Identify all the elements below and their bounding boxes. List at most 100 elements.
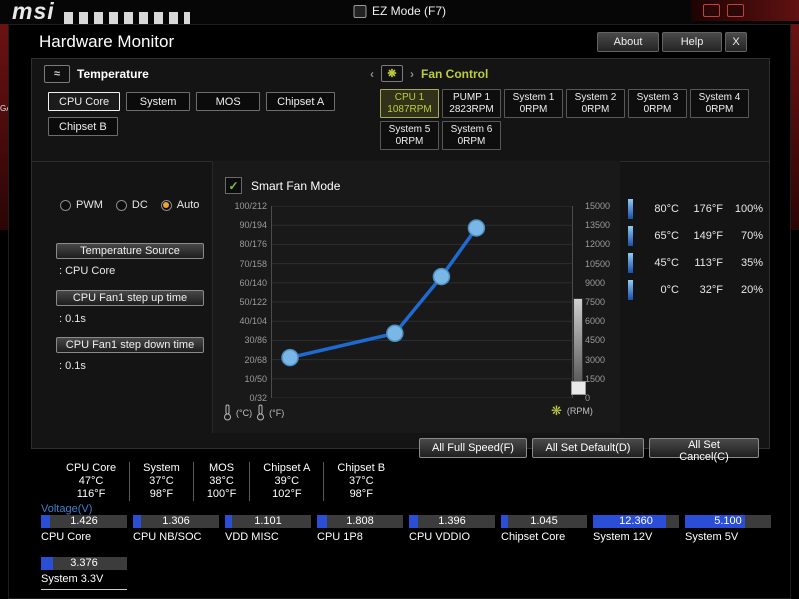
help-button[interactable]: Help xyxy=(662,32,722,52)
voltage-name: System 3.3V xyxy=(41,573,104,585)
fan-name: System 4 xyxy=(698,91,741,103)
fan-rpm: 0RPM xyxy=(581,103,610,115)
voltage-name: CPU Core xyxy=(41,531,92,543)
temp-fahrenheit: 98°F xyxy=(349,488,373,500)
voltage-value: 3.376 xyxy=(70,557,98,569)
fan-rpm: 0RPM xyxy=(705,103,734,115)
fan-button-system4[interactable]: System 4 0RPM xyxy=(690,89,749,118)
voltage-readout: 1.101 VDD MISC xyxy=(225,515,311,543)
fan-button-system2[interactable]: System 2 0RPM xyxy=(566,89,625,118)
axis-tick-label: 7500 xyxy=(585,296,606,307)
step-down-time-button[interactable]: CPU Fan1 step down time xyxy=(56,337,204,353)
fan-rpm: 0RPM xyxy=(457,135,486,147)
temperature-readouts: CPU Core 47°C 116°F System 37°C 98°F MOS… xyxy=(53,462,398,501)
fan-rpm: 2823RPM xyxy=(449,103,494,115)
fan-rpm: 0RPM xyxy=(643,103,672,115)
voltage-readout: 12.360 System 12V xyxy=(593,515,679,543)
tab-mos[interactable]: MOS xyxy=(196,92,261,111)
screenshot-icon[interactable] xyxy=(703,4,720,17)
legend-temp-f: 149°F xyxy=(693,229,723,242)
temp-name: System xyxy=(143,462,180,474)
fan-curve-chart: ✓ Smart Fan Mode 100/212 90/194 80/176 70/1… xyxy=(212,161,620,433)
axis-tick-label: 20/68 xyxy=(244,354,267,365)
voltage-name: CPU NB/SOC xyxy=(133,531,202,543)
legend-row: 65°C 149°F 70% xyxy=(628,222,768,249)
voltage-row: 1.426 CPU Core 1.306 CPU NB/SOC 1.101 VD… xyxy=(41,515,771,543)
legend-percent: 20% xyxy=(740,283,763,296)
fan-button-system5[interactable]: System 5 0RPM xyxy=(380,121,439,150)
temperature-source-value: : CPU Core xyxy=(59,265,116,277)
ez-mode-button[interactable]: EZ Mode (F7) xyxy=(352,4,446,18)
temperature-source-button[interactable]: Temperature Source xyxy=(56,243,204,259)
axis-tick-label: 100/212 xyxy=(234,201,267,211)
rpm-unit-label: (RPM) xyxy=(566,405,593,416)
action-buttons: All Full Speed(F) All Set Default(D) All… xyxy=(419,438,759,463)
ez-mode-icon xyxy=(352,4,366,18)
level-bar-icon xyxy=(628,279,633,300)
voltage-value: 1.808 xyxy=(346,515,374,527)
close-button[interactable]: X xyxy=(725,32,747,52)
fan-button-pump1[interactable]: PUMP 1 2823RPM xyxy=(442,89,501,118)
radio-circle-icon xyxy=(115,199,127,211)
voltage-readout: 1.808 CPU 1P8 xyxy=(317,515,403,543)
legend-temp-c: 0°C xyxy=(660,283,679,296)
voltage-readout: 1.045 Chipset Core xyxy=(501,515,587,543)
temp-fahrenheit: 116°F xyxy=(76,488,106,500)
legend-temp-c: 80°C xyxy=(654,202,679,215)
level-bar-icon xyxy=(628,225,633,246)
fan-button-cpu1[interactable]: CPU 1 1087RPM xyxy=(380,89,439,118)
smart-fan-checkbox[interactable]: ✓ xyxy=(225,177,242,194)
voltage-readout: 1.396 CPU VDDIO xyxy=(409,515,495,543)
radio-pwm[interactable]: PWM xyxy=(60,199,103,211)
celsius-unit-label: (°C) xyxy=(236,407,253,418)
background-edge-right xyxy=(790,24,799,230)
about-button[interactable]: About xyxy=(597,32,659,52)
slider-handle[interactable] xyxy=(571,381,586,395)
fan-button-system1[interactable]: System 1 0RPM xyxy=(504,89,563,118)
fan-curve-point[interactable] xyxy=(432,267,451,286)
tab-chipset-b[interactable]: Chipset B xyxy=(48,117,118,136)
axis-tick-label: 90/194 xyxy=(239,220,267,231)
step-up-time-button[interactable]: CPU Fan1 step up time xyxy=(56,290,204,306)
fan-icon: ❋ xyxy=(551,403,562,418)
tab-cpu-core[interactable]: CPU Core xyxy=(48,92,121,111)
fan-button-system3[interactable]: System 3 0RPM xyxy=(628,89,687,118)
legend-row: 0°C 32°F 20% xyxy=(628,276,768,303)
voltage-readout: 3.376 System 3.3V xyxy=(41,557,127,590)
left-axis: 100/212 90/194 80/176 70/158 60/140 50/122 40/… xyxy=(227,201,267,403)
fan-curve-point[interactable] xyxy=(467,219,486,237)
thermometer-icon xyxy=(224,404,231,421)
tab-chipset-a[interactable]: Chipset A xyxy=(266,92,336,111)
fan-speed-slider[interactable] xyxy=(571,298,586,395)
chevron-left-icon[interactable]: ‹ xyxy=(370,67,374,81)
voltage-name: VDD MISC xyxy=(225,531,279,543)
voltage-name: System 5V xyxy=(685,531,739,543)
favorites-icon[interactable] xyxy=(727,4,744,17)
fan-name: System 5 xyxy=(388,123,431,135)
fan-button-system6[interactable]: System 6 0RPM xyxy=(442,121,501,150)
radio-dc[interactable]: DC xyxy=(115,199,148,211)
temp-name: Chipset A xyxy=(263,462,311,474)
temperature-section-header: ≈ Temperature xyxy=(44,65,149,83)
voltage-value: 5.100 xyxy=(714,515,742,527)
voltage-bar: 1.101 xyxy=(225,515,311,528)
radio-label: DC xyxy=(131,199,148,211)
tab-system[interactable]: System xyxy=(126,92,191,111)
all-full-speed-button[interactable]: All Full Speed(F) xyxy=(419,438,527,458)
fan-curve-svg xyxy=(272,206,572,398)
voltage-value: 1.101 xyxy=(254,515,282,527)
temp-name: Chipset B xyxy=(337,462,386,474)
legend-percent: 100% xyxy=(734,202,763,215)
temp-readout: MOS 38°C 100°F xyxy=(194,462,251,501)
radio-auto[interactable]: Auto xyxy=(160,199,199,211)
voltage-value: 1.045 xyxy=(530,515,558,527)
fan-curve-point[interactable] xyxy=(386,324,404,343)
chevron-right-icon[interactable]: › xyxy=(410,67,414,81)
fan-control-label: Fan Control xyxy=(421,66,489,81)
all-set-default-button[interactable]: All Set Default(D) xyxy=(532,438,644,458)
all-set-cancel-button[interactable]: All Set Cancel(C) xyxy=(649,438,759,463)
temp-celsius: 38°C xyxy=(209,475,234,487)
smart-fan-label: Smart Fan Mode xyxy=(251,178,341,193)
fan-curve-point[interactable] xyxy=(281,348,299,367)
axis-tick-label: 10500 xyxy=(585,258,611,269)
